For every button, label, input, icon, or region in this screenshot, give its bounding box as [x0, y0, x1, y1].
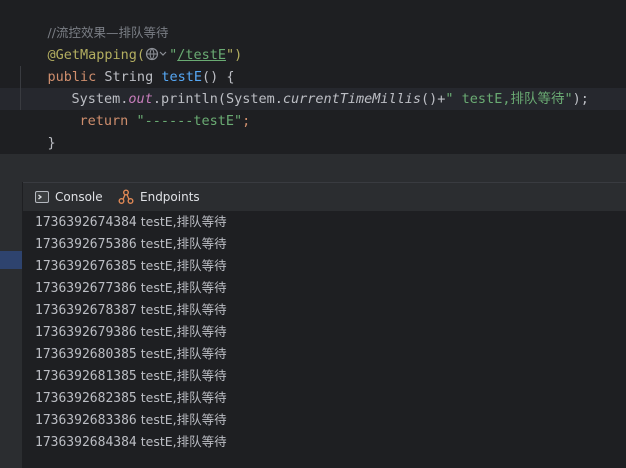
console-line: 1736392682385 testE,排队等待 [35, 390, 227, 406]
selected-strip-marker[interactable] [0, 251, 22, 269]
console-line: 1736392680385 testE,排队等待 [35, 346, 227, 362]
static-call: currentTimeMillis [282, 91, 422, 107]
console-line: 1736392683386 testE,排队等待 [35, 412, 227, 428]
code-editor[interactable]: //流控效果—排队等待 @GetMapping("/testE") public… [0, 0, 626, 153]
println-part-3: ()+ [421, 91, 446, 107]
endpoints-icon [118, 189, 134, 205]
tab-console-label: Console [55, 190, 103, 204]
console-line: 1736392684384 testE,排队等待 [35, 434, 227, 450]
tool-window-tab-bar: Console Endpoints [23, 182, 626, 212]
tab-endpoints-label: Endpoints [140, 190, 200, 204]
println-part-4: ); [572, 91, 589, 107]
code-line-comment[interactable]: //流控效果—排队等待 [15, 0, 169, 40]
console-line: 1736392679386 testE,排队等待 [35, 324, 227, 340]
code-line-annotation[interactable]: @GetMapping("/testE") [15, 22, 243, 63]
keyword-return: return [79, 113, 129, 129]
tab-console[interactable]: Console [35, 183, 103, 211]
console-line: 1736392675386 testE,排队等待 [35, 236, 227, 252]
code-line-method-signature[interactable]: public String testE() { [15, 44, 235, 85]
tool-window-left-strip [0, 182, 23, 468]
console-line: 1736392678387 testE,排队等待 [35, 302, 227, 318]
code-line-closing-brace[interactable]: } [15, 110, 56, 151]
console-line: 1736392677386 testE,排队等待 [35, 280, 227, 296]
console-line: 1736392676385 testE,排队等待 [35, 258, 227, 274]
console-output[interactable]: 1736392674384 testE,排队等待 1736392675386 t… [23, 211, 626, 468]
console-line: 1736392674384 testE,排队等待 [35, 214, 227, 230]
console-line: 1736392681385 testE,排队等待 [35, 368, 227, 384]
panel-splitter[interactable] [0, 153, 626, 183]
closing-brace: } [47, 135, 56, 151]
return-string: "------testE" [136, 113, 243, 129]
console-icon [35, 190, 49, 204]
return-semicolon: ; [242, 113, 251, 129]
println-string: " testE,排队等待" [445, 91, 573, 107]
code-line-println[interactable]: System.out.println(System.currentTimeMil… [39, 66, 589, 107]
tab-endpoints[interactable]: Endpoints [118, 183, 200, 211]
code-line-return[interactable]: return "------testE"; [47, 88, 251, 129]
